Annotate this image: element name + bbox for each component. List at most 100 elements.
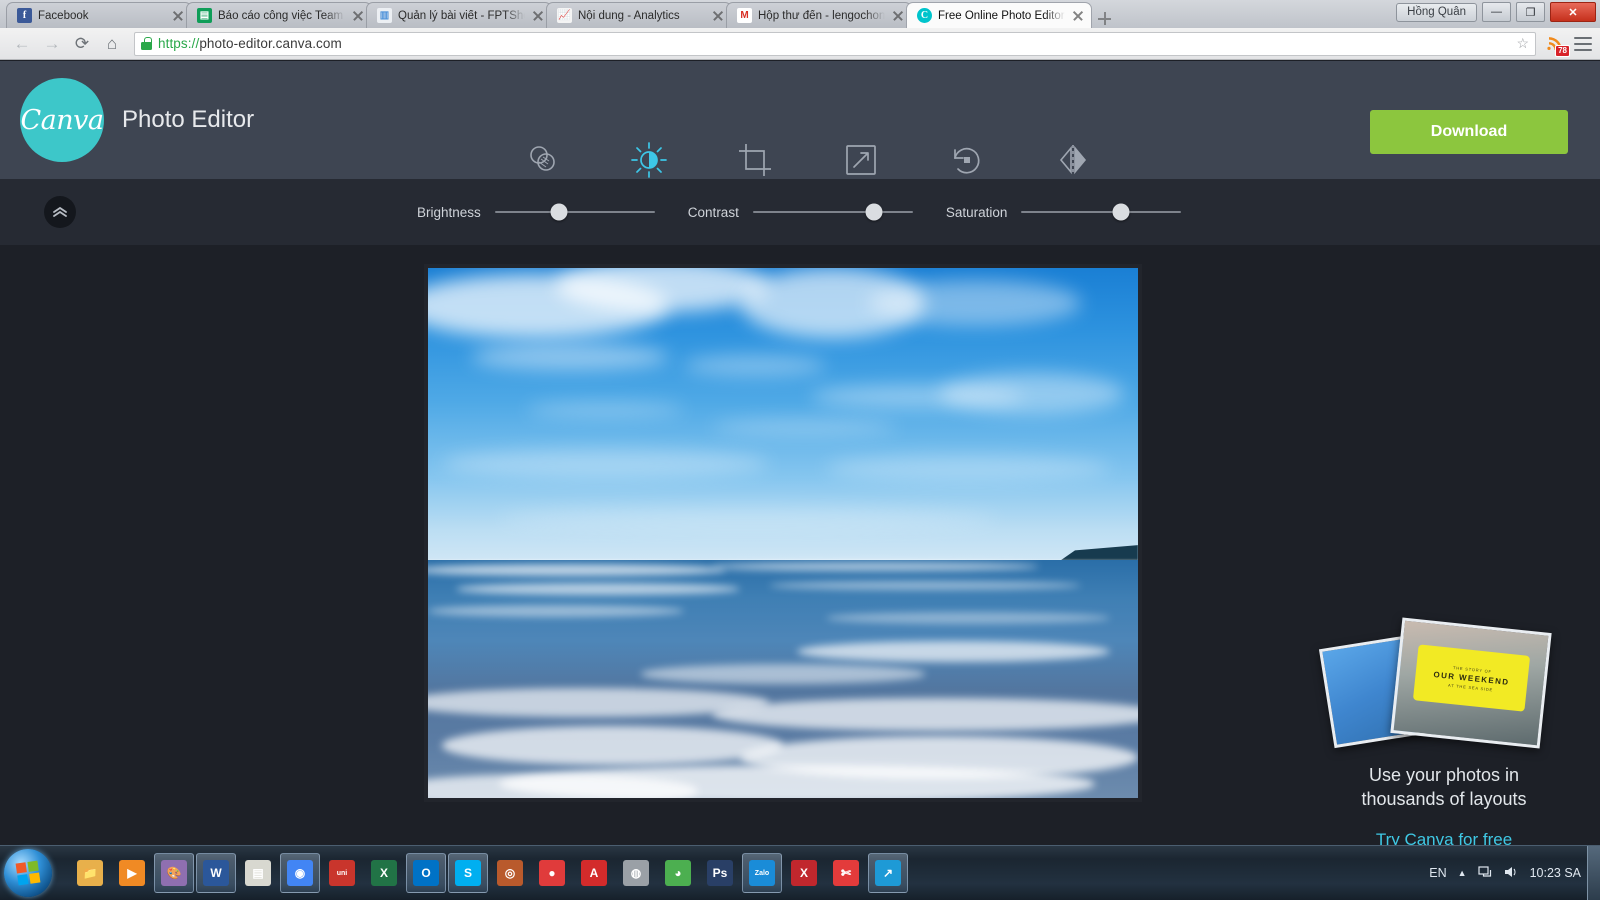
reload-icon[interactable]: ⟳ (68, 30, 96, 58)
network-icon[interactable] (1477, 865, 1493, 882)
slider-knob[interactable] (865, 203, 883, 221)
photoshop-icon: Ps (707, 860, 733, 886)
antivirus-icon: ◎ (497, 860, 523, 886)
promo-cards: THE STORY OF OUR WEEKEND AT THE SEA SIDE (1314, 617, 1574, 749)
green-disc-icon: ◕ (665, 860, 691, 886)
browser-tab-active[interactable]: C Free Online Photo Editor - (906, 2, 1092, 28)
windows-logo-icon (15, 860, 41, 886)
slider-track[interactable] (752, 203, 913, 221)
browser-tab[interactable]: M Hộp thư đến - lengochon (726, 2, 912, 28)
collapse-panel-button[interactable] (44, 196, 76, 228)
clock[interactable]: 10:23 SA (1530, 866, 1581, 880)
taskbar-item-mouse-tool[interactable]: ◍ (616, 853, 656, 893)
taskbar-item-antivirus[interactable]: ◎ (490, 853, 530, 893)
download-button[interactable]: Download (1370, 110, 1568, 154)
tab-title: Hộp thư đến - lengochon (758, 9, 885, 22)
url-host: photo-editor.canva.com (199, 36, 342, 51)
slider-knob[interactable] (1112, 203, 1130, 221)
forward-icon[interactable]: → (38, 30, 66, 58)
taskbar-item-cloud-app[interactable]: ● (532, 853, 572, 893)
slider-knob[interactable] (550, 203, 568, 221)
taskbar-item-skype[interactable]: S (448, 853, 488, 893)
browser-tab[interactable]: ▥ Quản lý bài viết - FPTShop (366, 2, 552, 28)
slider-track[interactable] (1021, 203, 1182, 221)
address-bar[interactable]: https://photo-editor.canva.com ☆ (134, 31, 1536, 56)
taskbar-item-scissors-app[interactable]: ✄ (826, 853, 866, 893)
scissors-app-icon: ✄ (833, 860, 859, 886)
tab-title: Báo cáo công việc Team C (218, 9, 345, 22)
windows-taskbar: 📁 ▶ 🎨 W ▤ ◉ uni X O S ◎ ● A ◍ ◕ Ps Zalo X ✄ ↗ EN ▲ 10:23 SA (0, 845, 1600, 900)
taskbar-item-chrome[interactable]: ◉ (280, 853, 320, 893)
rss-badge-count: 78 (1555, 44, 1570, 57)
taskbar-item-paint-app[interactable]: 🎨 (154, 853, 194, 893)
filter-icon (523, 139, 563, 181)
bookmark-star-icon[interactable]: ☆ (1516, 35, 1529, 52)
close-icon[interactable] (891, 9, 905, 23)
tab-title: Free Online Photo Editor - (938, 9, 1065, 22)
promo-line-2: thousands of layouts (1361, 789, 1527, 810)
minimize-button[interactable]: — (1482, 2, 1511, 22)
taskbar-item-outlook[interactable]: O (406, 853, 446, 893)
slider-saturation[interactable]: Saturation (945, 203, 1182, 221)
taskbar-item-zalo[interactable]: Zalo (742, 853, 782, 893)
tab-strip: f Facebook ▤ Báo cáo công việc Team C ▥ … (0, 0, 1600, 28)
canva-logo[interactable]: Canva (20, 78, 104, 162)
close-button[interactable]: ✕ (1550, 2, 1596, 22)
taskbar-item-file-explorer[interactable]: 📁 (70, 853, 110, 893)
close-icon[interactable] (531, 9, 545, 23)
slider-brightness[interactable]: Brightness (417, 203, 655, 221)
url-scheme: https:// (158, 36, 200, 51)
start-button[interactable] (4, 849, 52, 897)
new-tab-button[interactable] (1094, 10, 1116, 28)
resize-icon (841, 139, 881, 181)
photo-preview[interactable] (424, 264, 1142, 802)
tab-title: Nội dung - Analytics (578, 9, 680, 22)
browser-tab[interactable]: ▤ Báo cáo công việc Team C (186, 2, 372, 28)
taskbar-item-notepad[interactable]: ▤ (238, 853, 278, 893)
slider-track[interactable] (494, 203, 655, 221)
show-desktop-button[interactable] (1587, 845, 1600, 900)
maximize-button[interactable]: ❐ (1516, 2, 1545, 22)
brand: Canva Photo Editor (0, 78, 254, 162)
taskbar-item-adobe-reader[interactable]: A (574, 853, 614, 893)
taskbar-item-media-player[interactable]: ▶ (112, 853, 152, 893)
adobe-reader-icon: A (581, 860, 607, 886)
back-icon[interactable]: ← (8, 30, 36, 58)
close-icon[interactable] (711, 9, 725, 23)
taskbar-item-word[interactable]: W (196, 853, 236, 893)
close-icon[interactable] (171, 9, 185, 23)
close-icon[interactable] (1071, 9, 1085, 23)
x-app-icon: X (791, 860, 817, 886)
rss-extension-icon[interactable]: 78 (1546, 34, 1570, 57)
show-hidden-icons[interactable]: ▲ (1458, 868, 1467, 878)
home-icon[interactable]: ⌂ (98, 30, 126, 58)
brightness-icon (629, 139, 669, 181)
user-account-button[interactable]: Hồng Quân (1396, 2, 1477, 22)
slider-list: Brightness Contrast Saturation (417, 179, 1182, 245)
browser-tab[interactable]: f Facebook (6, 2, 192, 28)
canva-icon: C (917, 8, 932, 23)
slider-contrast[interactable]: Contrast (688, 203, 913, 221)
mouse-tool-icon: ◍ (623, 860, 649, 886)
close-icon[interactable] (351, 9, 365, 23)
language-indicator[interactable]: EN (1429, 866, 1446, 880)
browser-toolbar: ← → ⟳ ⌂ https://photo-editor.canva.com ☆… (0, 28, 1600, 60)
screen: f Facebook ▤ Báo cáo công việc Team C ▥ … (0, 0, 1600, 900)
taskbar-item-unikey[interactable]: uni (322, 853, 362, 893)
google-sheets-icon: ▤ (197, 8, 212, 23)
facebook-icon: f (17, 8, 32, 23)
taskbar-item-green-disc[interactable]: ◕ (658, 853, 698, 893)
volume-icon[interactable] (1504, 865, 1519, 882)
taskbar-item-shortcut-app[interactable]: ↗ (868, 853, 908, 893)
taskbar-item-photoshop[interactable]: Ps (700, 853, 740, 893)
taskbar-item-excel[interactable]: X (364, 853, 404, 893)
promo-card-weekend: THE STORY OF OUR WEEKEND AT THE SEA SIDE (1390, 617, 1552, 749)
editor-canvas: THE STORY OF OUR WEEKEND AT THE SEA SIDE… (0, 245, 1600, 849)
chrome-menu-icon[interactable] (1574, 36, 1592, 51)
taskbar-item-x-app[interactable]: X (784, 853, 824, 893)
promo-card-tag: THE STORY OF OUR WEEKEND AT THE SEA SIDE (1412, 644, 1531, 712)
flip-icon (1053, 139, 1093, 181)
browser-tab[interactable]: 📈 Nội dung - Analytics (546, 2, 732, 28)
google-analytics-icon: 📈 (557, 8, 572, 23)
slider-label: Saturation (945, 204, 1008, 220)
